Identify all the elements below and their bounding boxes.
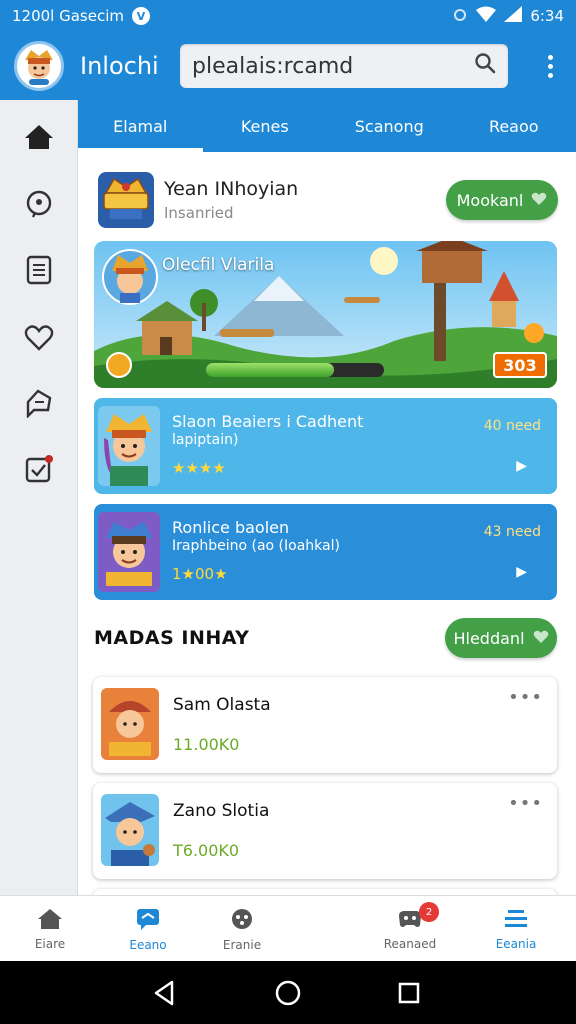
app-bar: Inlochi plealais:rcamd [0,32,576,100]
player-name: Zano Slotia [173,801,270,821]
nav-games[interactable]: Eranie [207,896,277,962]
game-header: Yean INhoyian Insanried Mookanl [98,172,558,228]
search-value: plealais:rcamd [192,53,354,79]
banner-title: Olecfil Vlarila [162,255,275,275]
game-logo[interactable] [98,172,154,228]
home-icon [37,908,63,933]
player-score: 11.00K0 [173,735,240,754]
game-subtitle: Insanried [164,204,234,222]
character-need: 43 need [483,524,541,540]
player-score: T6.00K0 [173,841,240,860]
main-content: Yean INhoyian Insanried Mookanl Olecfil … [78,152,576,895]
player-name: Sam Olasta [173,695,271,715]
search-input[interactable]: plealais:rcamd [180,44,508,88]
notification-icon: V [132,7,150,25]
alarm-icon [452,6,468,26]
character-description: lapiptain) [172,432,239,448]
sidebar-chat-icon[interactable] [22,386,56,420]
sidebar-tasks-icon[interactable] [22,452,56,486]
section-header: MADAS INHAY Hleddanl [94,618,557,658]
recent-apps-icon[interactable] [393,977,425,1009]
tab-bar: Elamal Kenes Scanong Reaoo [78,100,576,152]
character-name: Ronlice baolen [172,518,290,537]
character-avatar [98,512,160,592]
list-item[interactable]: Sam Olasta 11.00K0 ••• [93,677,557,773]
nav-list-label: Eeania [495,936,537,951]
banner-action-button[interactable] [106,352,132,378]
character-rating: ★★★★ [172,459,226,477]
character-avatar [98,406,160,486]
app-logo[interactable] [14,41,64,91]
nav-rewards-label: Reanaed [383,936,437,951]
player-avatar [101,688,159,760]
nav-chat[interactable]: Eeano [113,896,183,962]
nav-home-label: Eiare [34,936,66,951]
character-card[interactable]: Slaon Beaiers i Cadhent lapiptain) ★★★★ … [94,398,557,494]
banner-progress-fill [206,363,335,377]
character-card[interactable]: Ronlice baolen Iraphbeino (ao (Ioahkal) … [94,504,557,600]
nav-home[interactable]: Eiare [15,896,85,962]
follow-button-label: Mookanl [456,190,524,210]
banner-progress-bar [206,363,384,377]
character-need: 40 need [483,418,541,434]
wifi-icon [476,6,497,26]
sidebar-search-icon[interactable] [22,187,56,221]
status-text: 1200l Gasecim [12,7,124,25]
game-title: Yean INhoyian [164,178,299,200]
search-icon[interactable] [474,52,496,80]
bottom-navigation: Eiare Eeano Eranie Reanaed 2 Eeania [0,895,576,961]
nav-games-label: Eranie [222,937,262,952]
status-bar: 1200l Gasecim V 6:34 [0,0,576,32]
sidebar-favorite-icon[interactable] [22,320,56,354]
sidebar-home-icon[interactable] [22,120,56,154]
heart-icon [531,191,547,210]
nav-chat-label: Eeano [129,937,167,952]
list-item[interactable]: Zano Slotia T6.00K0 ••• [93,783,557,879]
overflow-menu-icon[interactable] [538,46,562,86]
character-rating: 1★00★ [172,565,228,583]
nav-list[interactable]: Eeania [481,896,551,962]
gamepad-icon [229,907,255,934]
nav-rewards[interactable]: Reanaed 2 [375,896,445,962]
section-button-label: Hleddanl [453,628,525,648]
player-avatar [101,794,159,866]
home-circle-icon[interactable] [272,977,304,1009]
tab-kenes[interactable]: Kenes [203,100,328,152]
signal-icon [504,6,523,26]
tab-scanong[interactable]: Scanong [327,100,452,152]
status-time: 6:34 [530,7,564,25]
character-description: Iraphbeino (ao (Ioahkal) [172,538,340,554]
back-icon[interactable] [148,977,180,1009]
sidebar [0,100,78,895]
banner-score-badge: 303 [493,352,547,378]
list-icon [503,908,529,933]
heart-icon [533,629,549,648]
more-options-icon[interactable]: ••• [508,687,543,708]
section-follow-button[interactable]: Hleddanl [445,618,557,658]
chevron-right-icon[interactable]: ▶ [516,458,527,474]
notification-badge: 2 [419,902,439,922]
chat-icon [135,907,161,934]
app-title: Inlochi [80,52,159,80]
follow-button[interactable]: Mookanl [446,180,558,220]
more-options-icon[interactable]: ••• [508,793,543,814]
section-title: MADAS INHAY [94,627,250,649]
tab-elamal[interactable]: Elamal [78,100,203,152]
character-name: Slaon Beaiers i Cadhent [172,412,364,431]
tab-reaoo[interactable]: Reaoo [452,100,576,152]
chevron-right-icon[interactable]: ▶ [516,564,527,580]
game-banner[interactable]: Olecfil Vlarila 303 [94,241,557,388]
system-navigation-bar [0,961,576,1024]
sidebar-document-icon[interactable] [22,253,56,287]
